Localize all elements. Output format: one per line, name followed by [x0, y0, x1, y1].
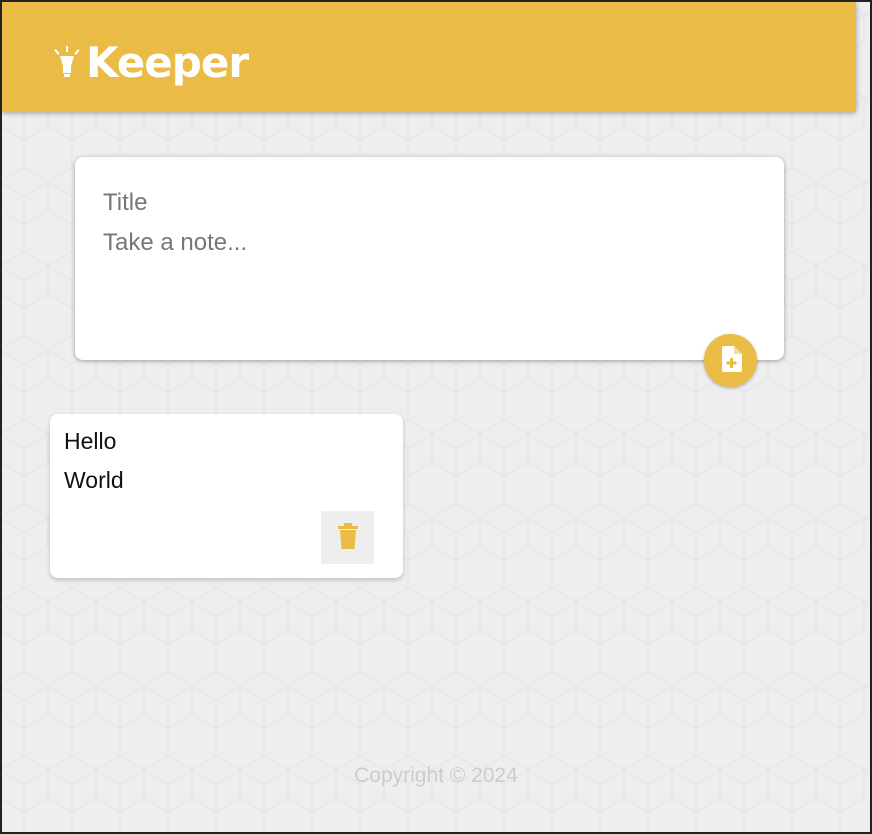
delete-note-button[interactable] [321, 511, 374, 564]
note-card: Hello World [50, 414, 403, 578]
add-note-button[interactable] [704, 334, 757, 387]
note-title-input[interactable] [103, 185, 743, 221]
app-header: Keeper [2, 2, 856, 112]
note-title: Hello [64, 428, 117, 454]
note-content: World [64, 467, 124, 493]
app-title: Keeper [86, 38, 249, 87]
trash-icon [337, 523, 358, 552]
app-logo: Keeper [54, 38, 249, 88]
footer-copyright: Copyright © 2024 [354, 764, 518, 787]
lightbulb-icon [54, 46, 80, 80]
note-add-icon [720, 346, 742, 375]
note-content-input[interactable] [103, 229, 743, 329]
create-note-form [75, 157, 784, 360]
